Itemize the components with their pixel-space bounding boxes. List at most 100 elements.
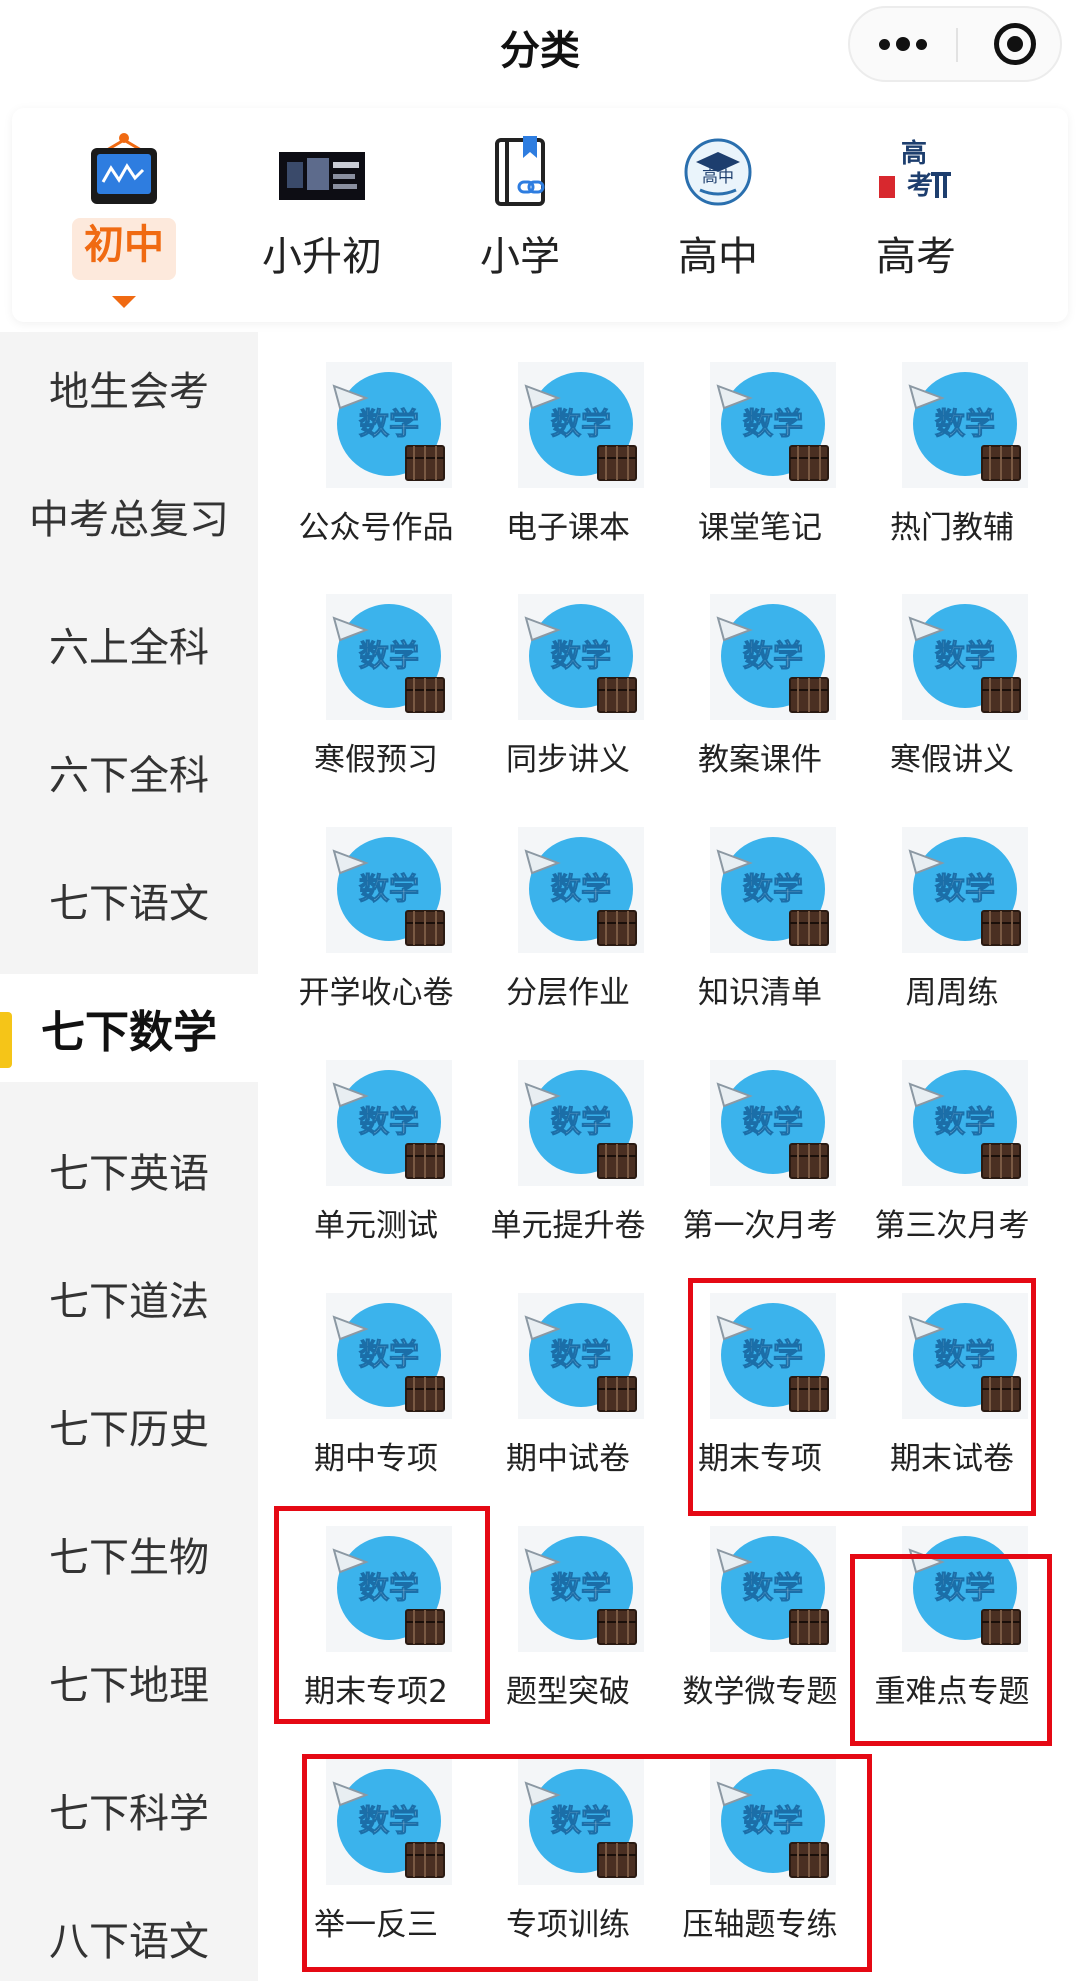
tab-junior-high[interactable]: 初中 <box>26 108 222 322</box>
grid-item[interactable]: 数学 专项训练 <box>472 1729 664 1961</box>
math-subject-icon: 数学 <box>326 594 452 720</box>
grid-item-label: 举一反三 <box>314 1907 438 1943</box>
icon-text: 数学 <box>551 639 611 674</box>
grid-item[interactable]: 数学重难点专题 <box>856 1496 1048 1728</box>
grid-item[interactable]: 数学同步讲义 <box>472 564 664 796</box>
grid-item-label: 单元测试 <box>314 1208 438 1244</box>
sidebar-item[interactable]: 七下语文 <box>0 844 258 956</box>
grid-item[interactable]: 数学 分层作业 <box>472 797 664 1029</box>
tab-primary-to-junior[interactable]: 小升初 <box>224 108 420 322</box>
tab-primary[interactable]: 小学 <box>422 108 618 322</box>
sidebar-item[interactable]: 七下历史 <box>0 1370 258 1482</box>
grid-item[interactable]: 数学 期中专项 <box>280 1263 472 1495</box>
grid-item-label: 期末试卷 <box>890 1441 1014 1477</box>
icon-text: 数学 <box>359 872 419 907</box>
grid-item-label: 题型突破 <box>506 1674 630 1710</box>
grid-item[interactable]: 数学举一反三 <box>280 1729 472 1961</box>
grid-item[interactable]: 数学单元测试 <box>280 1030 472 1262</box>
math-subject-icon: 数学 <box>326 827 452 953</box>
icon-text: 数学 <box>551 1105 611 1140</box>
sidebar-item[interactable]: 八下语文 <box>0 1882 258 1981</box>
math-subject-icon: 数学 <box>518 1293 644 1419</box>
icon-text: 数学 <box>743 1105 803 1140</box>
sidebar-item-active[interactable]: 七下数学 <box>0 974 258 1082</box>
svg-text:考: 考 <box>907 171 933 201</box>
math-subject-icon: 数学 <box>710 1526 836 1652</box>
math-subject-icon: 数学 <box>518 1060 644 1186</box>
grid-item[interactable]: 数学题型突破 <box>472 1496 664 1728</box>
grid-item-label: 知识清单 <box>698 975 822 1011</box>
math-subject-icon: 数学 <box>326 1060 452 1186</box>
grid-item-label: 第一次月考 <box>682 1208 838 1244</box>
tab-senior-high[interactable]: 高中 高中 <box>620 108 816 322</box>
sidebar-item[interactable]: 七下生物 <box>0 1498 258 1610</box>
sidebar-item[interactable]: 中考总复习 <box>0 460 258 572</box>
sidebar-item[interactable]: 七下地理 <box>0 1626 258 1738</box>
tab-label: 高中 <box>678 234 758 280</box>
grid-item[interactable]: 数学 周周练 <box>856 797 1048 1029</box>
grid-item[interactable]: 数学期末专项 <box>664 1263 856 1495</box>
grid-item[interactable]: 数学 期末试卷 <box>856 1263 1048 1495</box>
grid-item[interactable]: 数学开学收心卷 <box>280 797 472 1029</box>
grid-item[interactable]: 数学单元提升卷 <box>472 1030 664 1262</box>
sidebar-item[interactable]: 六上全科 <box>0 588 258 700</box>
icon-text: 数学 <box>743 639 803 674</box>
math-subject-icon: 数学 <box>326 1293 452 1419</box>
math-subject-icon: 数学 <box>710 827 836 953</box>
grid-item[interactable]: 数学 数学微专题 <box>664 1496 856 1728</box>
grid-item-label: 同步讲义 <box>506 742 630 778</box>
grid-item-label: 电子课本 <box>506 510 630 546</box>
target-circle-icon[interactable] <box>994 23 1036 65</box>
sidebar-item[interactable]: 地生会考 <box>0 332 258 444</box>
tab-label: 初中 <box>72 218 176 280</box>
icon-text: 数学 <box>935 1571 995 1606</box>
more-dots-icon[interactable] <box>850 8 956 80</box>
grid-item[interactable]: 数学 课堂笔记 <box>664 332 856 564</box>
grid-item-label: 教案课件 <box>698 742 822 778</box>
grid-item[interactable]: 数学 寒假讲义 <box>856 564 1048 796</box>
grid-item-label: 单元提升卷 <box>490 1208 646 1244</box>
grid-item[interactable]: 数学 期中试卷 <box>472 1263 664 1495</box>
grid-item[interactable]: 数学 期末专项2 <box>280 1496 472 1728</box>
icon-text: 数学 <box>359 1804 419 1839</box>
math-subject-icon: 数学 <box>518 1526 644 1652</box>
grid-item-label: 寒假预习 <box>314 742 438 778</box>
active-caret-icon <box>112 296 136 308</box>
tab-gaokao[interactable]: 高 考 高考 <box>818 108 1014 322</box>
icon-text: 数学 <box>743 407 803 442</box>
grid-item[interactable]: 数学公众号作品 <box>280 332 472 564</box>
sidebar-item[interactable]: 六下全科 <box>0 716 258 828</box>
category-sidebar: 地生会考 中考总复习 六上全科 六下全科 七下语文 七下数学 七下英语 七下道法… <box>0 332 258 1981</box>
icon-text: 数学 <box>359 407 419 442</box>
grid-item-label: 重难点专题 <box>874 1674 1030 1710</box>
icon-text: 数学 <box>935 407 995 442</box>
svg-text:高: 高 <box>901 138 927 169</box>
grid-item-label: 期末专项 <box>698 1441 822 1477</box>
grid-item-label: 开学收心卷 <box>298 975 454 1011</box>
icon-text: 数学 <box>743 1338 803 1373</box>
grid-item[interactable]: 数学 第三次月考 <box>856 1030 1048 1262</box>
grid-item[interactable]: 数学第一次月考 <box>664 1030 856 1262</box>
icon-text: 数学 <box>359 639 419 674</box>
grid-item-label: 压轴题专练 <box>682 1907 838 1943</box>
title-bar: 分类 <box>0 0 1080 96</box>
icon-text: 数学 <box>935 1105 995 1140</box>
grid-item[interactable]: 数学教案课件 <box>664 564 856 796</box>
math-subject-icon: 数学 <box>902 1526 1028 1652</box>
tab-label: 小学 <box>480 234 560 280</box>
sidebar-item[interactable]: 七下英语 <box>0 1114 258 1226</box>
high-school-badge-icon: 高中 <box>684 138 752 206</box>
gaokao-gate-icon: 高 考 <box>879 138 951 201</box>
mini-program-capsule <box>848 6 1062 82</box>
grid-item[interactable]: 数学寒假预习 <box>280 564 472 796</box>
sidebar-item[interactable]: 七下科学 <box>0 1754 258 1866</box>
sidebar-item[interactable]: 七下道法 <box>0 1242 258 1354</box>
grid-item[interactable]: 数学 压轴题专练 <box>664 1729 856 1961</box>
grid-item-label: 公众号作品 <box>298 510 454 546</box>
svg-text:高中: 高中 <box>702 167 734 186</box>
icon-text: 数学 <box>551 1338 611 1373</box>
banner-thumbnail-icon <box>279 152 365 200</box>
grid-item[interactable]: 数学 热门教辅 <box>856 332 1048 564</box>
grid-item[interactable]: 数学 电子课本 <box>472 332 664 564</box>
grid-item[interactable]: 数学知识清单 <box>664 797 856 1029</box>
